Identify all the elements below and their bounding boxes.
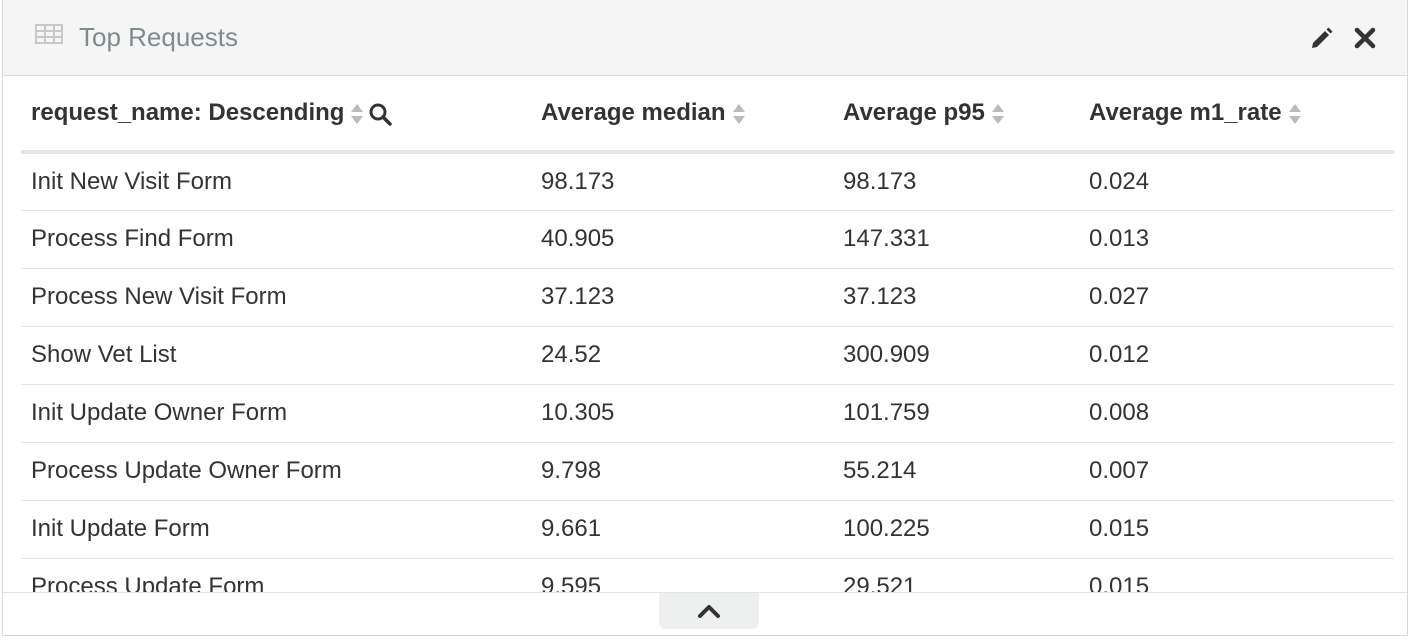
cell-average-m1-rate: 0.027	[1079, 268, 1394, 327]
cell-average-m1-rate: 0.007	[1079, 442, 1394, 501]
cell-request-name: Process Update Form	[21, 558, 531, 592]
table-icon	[35, 24, 63, 44]
pencil-icon	[1312, 27, 1333, 48]
column-header-label: Average p95	[843, 99, 985, 126]
table-row: Process New Visit Form 37.123 37.123 0.0…	[21, 268, 1394, 327]
close-button[interactable]	[1351, 24, 1379, 52]
cell-average-m1-rate: 0.015	[1079, 558, 1394, 592]
cell-average-median: 10.305	[531, 384, 833, 443]
cell-request-name: Process Update Owner Form	[21, 442, 531, 501]
table-row: Init New Visit Form 98.173 98.173 0.024	[21, 152, 1394, 211]
cell-average-p95: 37.123	[833, 268, 1079, 327]
cell-request-name: Init Update Form	[21, 500, 531, 559]
panel-header: Top Requests	[3, 0, 1407, 76]
sort-icon[interactable]	[732, 102, 746, 126]
cell-average-median: 24.52	[531, 326, 833, 385]
cell-average-p95: 147.331	[833, 210, 1079, 269]
cell-average-m1-rate: 0.012	[1079, 326, 1394, 385]
column-header-label: Average m1_rate	[1089, 99, 1282, 126]
panel-footer	[3, 592, 1407, 635]
column-header-average-median[interactable]: Average median	[531, 76, 833, 154]
table-row: Show Vet List 24.52 300.909 0.012	[21, 326, 1394, 385]
table-row: Process Update Owner Form 9.798 55.214 0…	[21, 442, 1394, 501]
cell-request-name: Process New Visit Form	[21, 268, 531, 327]
cell-average-p95: 101.759	[833, 384, 1079, 443]
column-header-average-p95[interactable]: Average p95	[833, 76, 1079, 154]
column-header-average-m1-rate[interactable]: Average m1_rate	[1079, 76, 1394, 154]
top-requests-panel: Top Requests request_name: Descending Av…	[2, 0, 1408, 636]
cell-average-m1-rate: 0.015	[1079, 500, 1394, 559]
table-row: Init Update Owner Form 10.305 101.759 0.…	[21, 384, 1394, 443]
cell-request-name: Init Update Owner Form	[21, 384, 531, 443]
cell-request-name: Show Vet List	[21, 326, 531, 385]
column-header-request-name[interactable]: request_name: Descending	[21, 76, 531, 154]
sort-icon[interactable]	[991, 102, 1005, 126]
cell-average-p95: 300.909	[833, 326, 1079, 385]
requests-table-container[interactable]: request_name: Descending Average median …	[21, 76, 1394, 592]
search-icon[interactable]	[368, 102, 393, 126]
cell-request-name: Init New Visit Form	[21, 152, 531, 211]
cell-average-p95: 98.173	[833, 152, 1079, 211]
close-icon	[1354, 27, 1376, 49]
table-header-row: request_name: Descending Average median …	[21, 76, 1394, 154]
column-header-label: request_name: Descending	[31, 99, 345, 126]
cell-average-median: 9.798	[531, 442, 833, 501]
cell-request-name: Process Find Form	[21, 210, 531, 269]
cell-average-p95: 55.214	[833, 442, 1079, 501]
cell-average-median: 9.595	[531, 558, 833, 592]
cell-average-m1-rate: 0.024	[1079, 152, 1394, 211]
requests-table: request_name: Descending Average median …	[21, 76, 1394, 592]
collapse-button[interactable]	[659, 593, 759, 629]
cell-average-median: 40.905	[531, 210, 833, 269]
edit-button[interactable]	[1308, 24, 1336, 52]
table-row: Init Update Form 9.661 100.225 0.015	[21, 500, 1394, 559]
cell-average-m1-rate: 0.008	[1079, 384, 1394, 443]
table-row: Process Update Form 9.595 29.521 0.015	[21, 558, 1394, 592]
column-header-label: Average median	[541, 99, 726, 126]
cell-average-median: 98.173	[531, 152, 833, 211]
panel-title: Top Requests	[79, 22, 238, 52]
cell-average-p95: 100.225	[833, 500, 1079, 559]
sort-icon[interactable]	[350, 102, 364, 126]
cell-average-m1-rate: 0.013	[1079, 210, 1394, 269]
table-row: Process Find Form 40.905 147.331 0.013	[21, 210, 1394, 269]
cell-average-median: 37.123	[531, 268, 833, 327]
cell-average-p95: 29.521	[833, 558, 1079, 592]
sort-icon[interactable]	[1288, 102, 1302, 126]
chevron-up-icon	[698, 605, 720, 618]
cell-average-median: 9.661	[531, 500, 833, 559]
